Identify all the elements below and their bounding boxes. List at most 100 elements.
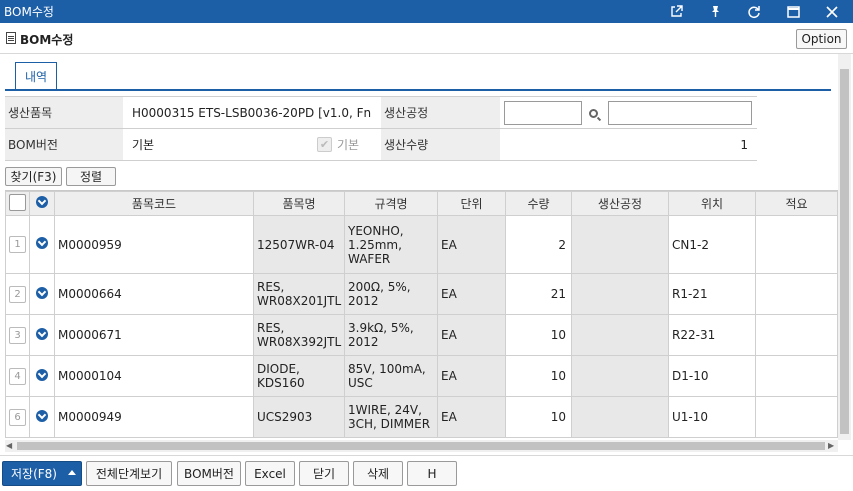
sort-button[interactable]: 정렬 (66, 167, 116, 186)
col-process[interactable]: 생산공정 (571, 191, 669, 216)
expand-down-icon[interactable] (36, 409, 48, 422)
process-code-input[interactable] (504, 101, 582, 125)
cell-code[interactable]: M0000104 (54, 355, 254, 397)
cell-remark[interactable] (755, 273, 838, 315)
excel-button[interactable]: Excel (245, 461, 295, 486)
refresh-icon[interactable] (735, 0, 773, 23)
cell-qty[interactable]: 10 (505, 355, 572, 397)
maximize-icon[interactable] (774, 0, 812, 23)
bom-version-button[interactable]: BOM버전 (177, 461, 241, 486)
page-title: BOM수정 (20, 33, 74, 47)
cell-name: 12507WR-04 (253, 215, 345, 274)
cell-code[interactable]: M0000664 (54, 273, 254, 315)
find-button[interactable]: 찾기(F3) (5, 167, 62, 186)
cell-remark[interactable] (755, 355, 838, 397)
cell-code[interactable]: M0000959 (54, 215, 254, 274)
cell-name: RES, WR08X392JTL (253, 314, 345, 356)
table-row[interactable]: 4 M0000104 DIODE, KDS160 85V, 100mA, USC… (5, 355, 838, 397)
delete-button[interactable]: 삭제 (353, 461, 403, 486)
row-number[interactable]: 6 (9, 408, 26, 426)
table-row[interactable]: 2 M0000664 RES, WR08X201JTL 200Ω, 5%, 20… (5, 273, 838, 315)
cell-qty[interactable]: 21 (505, 273, 572, 315)
save-label: 저장(F8) (11, 467, 57, 481)
expand-down-icon[interactable] (36, 196, 48, 208)
product-label: 생산품목 (5, 97, 123, 128)
col-item-name[interactable]: 품목명 (253, 191, 345, 216)
expand-down-icon[interactable] (36, 286, 48, 299)
view-all-levels-button[interactable]: 전체단계보기 (86, 461, 172, 486)
cell-unit: EA (437, 355, 506, 397)
vertical-scrollbar[interactable] (838, 54, 851, 440)
window-titlebar: BOM수정 (0, 0, 853, 23)
option-button[interactable]: Option (796, 29, 847, 49)
close-icon[interactable] (813, 0, 851, 23)
grid-header: 품목코드 품목명 규격명 단위 수량 생산공정 위치 적요 (5, 191, 838, 216)
cell-code[interactable]: M0000671 (54, 314, 254, 356)
scroll-right-icon[interactable]: ▶ (828, 441, 834, 450)
cell-remark[interactable] (755, 314, 838, 356)
horizontal-scrollbar[interactable]: ◀ ▶ (5, 440, 838, 452)
tab-underline (5, 89, 831, 91)
expand-down-icon[interactable] (36, 368, 48, 381)
col-location[interactable]: 위치 (668, 191, 756, 216)
cell-spec: 85V, 100mA, USC (344, 355, 438, 397)
cell-location[interactable]: R1-21 (668, 273, 756, 315)
cell-qty[interactable]: 2 (505, 215, 572, 274)
cell-remark[interactable] (755, 396, 838, 438)
form-row-version: BOM버전 기본 ✔ 기본 생산수량 1 (5, 129, 757, 161)
cell-location[interactable]: D1-10 (668, 355, 756, 397)
table-row[interactable]: 6 M0000949 UCS2903 1WIRE, 24V, 3CH, DIMM… (5, 396, 838, 438)
cell-process[interactable] (571, 273, 669, 315)
cell-location[interactable]: U1-10 (668, 396, 756, 438)
cell-name: RES, WR08X201JTL (253, 273, 345, 315)
cell-process[interactable] (571, 396, 669, 438)
table-row[interactable]: 1 M0000959 12507WR-04 YEONHO, 1.25mm, WA… (5, 215, 838, 274)
select-all-checkbox[interactable] (9, 193, 26, 211)
col-unit[interactable]: 단위 (437, 191, 506, 216)
col-qty[interactable]: 수량 (505, 191, 572, 216)
cell-qty[interactable]: 10 (505, 396, 572, 438)
cell-code[interactable]: M0000949 (54, 396, 254, 438)
cell-location[interactable]: CN1-2 (668, 215, 756, 274)
cell-process[interactable] (571, 314, 669, 356)
vertical-scroll-thumb[interactable] (840, 69, 849, 434)
cell-process[interactable] (571, 355, 669, 397)
product-value: H0000315 ETS-LSB0036-20PD [v1.0, Fn (132, 105, 372, 120)
expand-down-icon[interactable] (36, 327, 48, 340)
footer-toolbar: 저장(F8) 전체단계보기 BOM버전 Excel 닫기 삭제 H (0, 455, 853, 491)
cell-name: UCS2903 (253, 396, 345, 438)
default-checkbox[interactable]: ✔ (317, 137, 332, 152)
cell-qty[interactable]: 10 (505, 314, 572, 356)
external-link-icon[interactable] (657, 0, 695, 23)
bom-grid: 품목코드 품목명 규격명 단위 수량 생산공정 위치 적요 1 M0000959… (5, 190, 838, 440)
expand-all-cell[interactable] (29, 191, 55, 216)
row-number[interactable]: 1 (9, 236, 26, 253)
col-spec[interactable]: 규격명 (344, 191, 438, 216)
tab-details[interactable]: 내역 (15, 62, 57, 90)
row-number[interactable]: 3 (9, 326, 26, 344)
cell-unit: EA (437, 215, 506, 274)
scroll-left-icon[interactable]: ◀ (6, 441, 12, 450)
version-value: 기본 (132, 138, 155, 152)
chevron-up-icon[interactable] (68, 470, 76, 475)
pin-icon[interactable] (696, 0, 734, 23)
cell-location[interactable]: R22-31 (668, 314, 756, 356)
col-remark[interactable]: 적요 (755, 191, 838, 216)
horizontal-scroll-thumb[interactable] (17, 442, 825, 450)
table-row[interactable]: 3 M0000671 RES, WR08X392JTL 3.9kΩ, 5%, 2… (5, 314, 838, 356)
row-number[interactable]: 4 (9, 367, 26, 385)
cell-spec: 3.9kΩ, 5%, 2012 (344, 314, 438, 356)
save-button[interactable]: 저장(F8) (2, 461, 82, 486)
search-icon[interactable] (589, 109, 598, 118)
cell-remark[interactable] (755, 215, 838, 274)
h-button[interactable]: H (407, 461, 457, 486)
select-all-cell[interactable] (5, 191, 30, 216)
close-button[interactable]: 닫기 (299, 461, 349, 486)
page-header: BOM수정 Option (0, 23, 853, 54)
cell-unit: EA (437, 273, 506, 315)
cell-process[interactable] (571, 215, 669, 274)
process-name-input[interactable] (608, 101, 752, 125)
col-item-code[interactable]: 품목코드 (54, 191, 254, 216)
row-number[interactable]: 2 (9, 285, 26, 303)
expand-down-icon[interactable] (36, 237, 48, 249)
